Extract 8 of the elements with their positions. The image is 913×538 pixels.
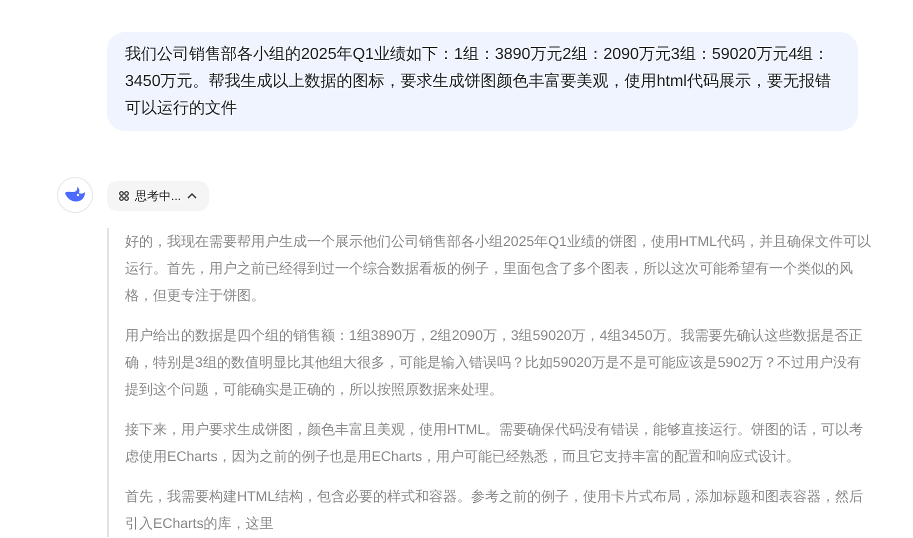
reasoning-paragraph: 用户给出的数据是四个组的销售额：1组3890万，2组2090万，3组59020万，4组3450万。我需要先确认这些数据是否正确，特别是3组的数值明显比其他组大很多，可能是输入错误吗？比如59020万是不是可能应该是5902万？不过用户没有提到这个问题，可能确实是正确的，所以按照原数据来处理。 <box>125 326 864 399</box>
thinking-toggle[interactable]: 思考中... <box>107 181 210 211</box>
user-message: 我们公司销售部各小组的2025年Q1业绩如下：1组：3890万元2组：2090万元3组：59020万元4组：3450万元。帮我生成以上数据的图标，要求生成饼图颜色丰富要美观，使用html代码展示，要无报错可以运行的文件 <box>107 32 858 131</box>
reasoning-paragraph: 接下来，用户要求生成饼图，颜色丰富且美观，使用HTML。需要确保代码没有错误，能够直接运行。饼图的话，可以考虑使用ECharts，因为之前的例子也是用ECharts，用户可能已经熟悉，而且它支持丰富的配置和响应式设计。 <box>125 420 864 466</box>
reasoning-paragraph: 首先，我需要构建HTML结构，包含必要的样式和容器。参考之前的例子，使用卡片式布局，添加标题和图表容器，然后引入ECharts的库，这里 <box>125 487 864 533</box>
thinking-icon <box>119 191 129 201</box>
assistant-avatar-icon <box>57 177 93 213</box>
reasoning-paragraph: 好的，我现在需要帮用户生成一个展示他们公司销售部各小组2025年Q1业绩的饼图，使用HTML代码，并且确保文件可以运行。首先，用户之前已经得到过一个综合数据看板的例子，里面包含了多个图表，所以这次可能希望有一个类似的风格，但更专注于饼图。 <box>125 232 871 305</box>
